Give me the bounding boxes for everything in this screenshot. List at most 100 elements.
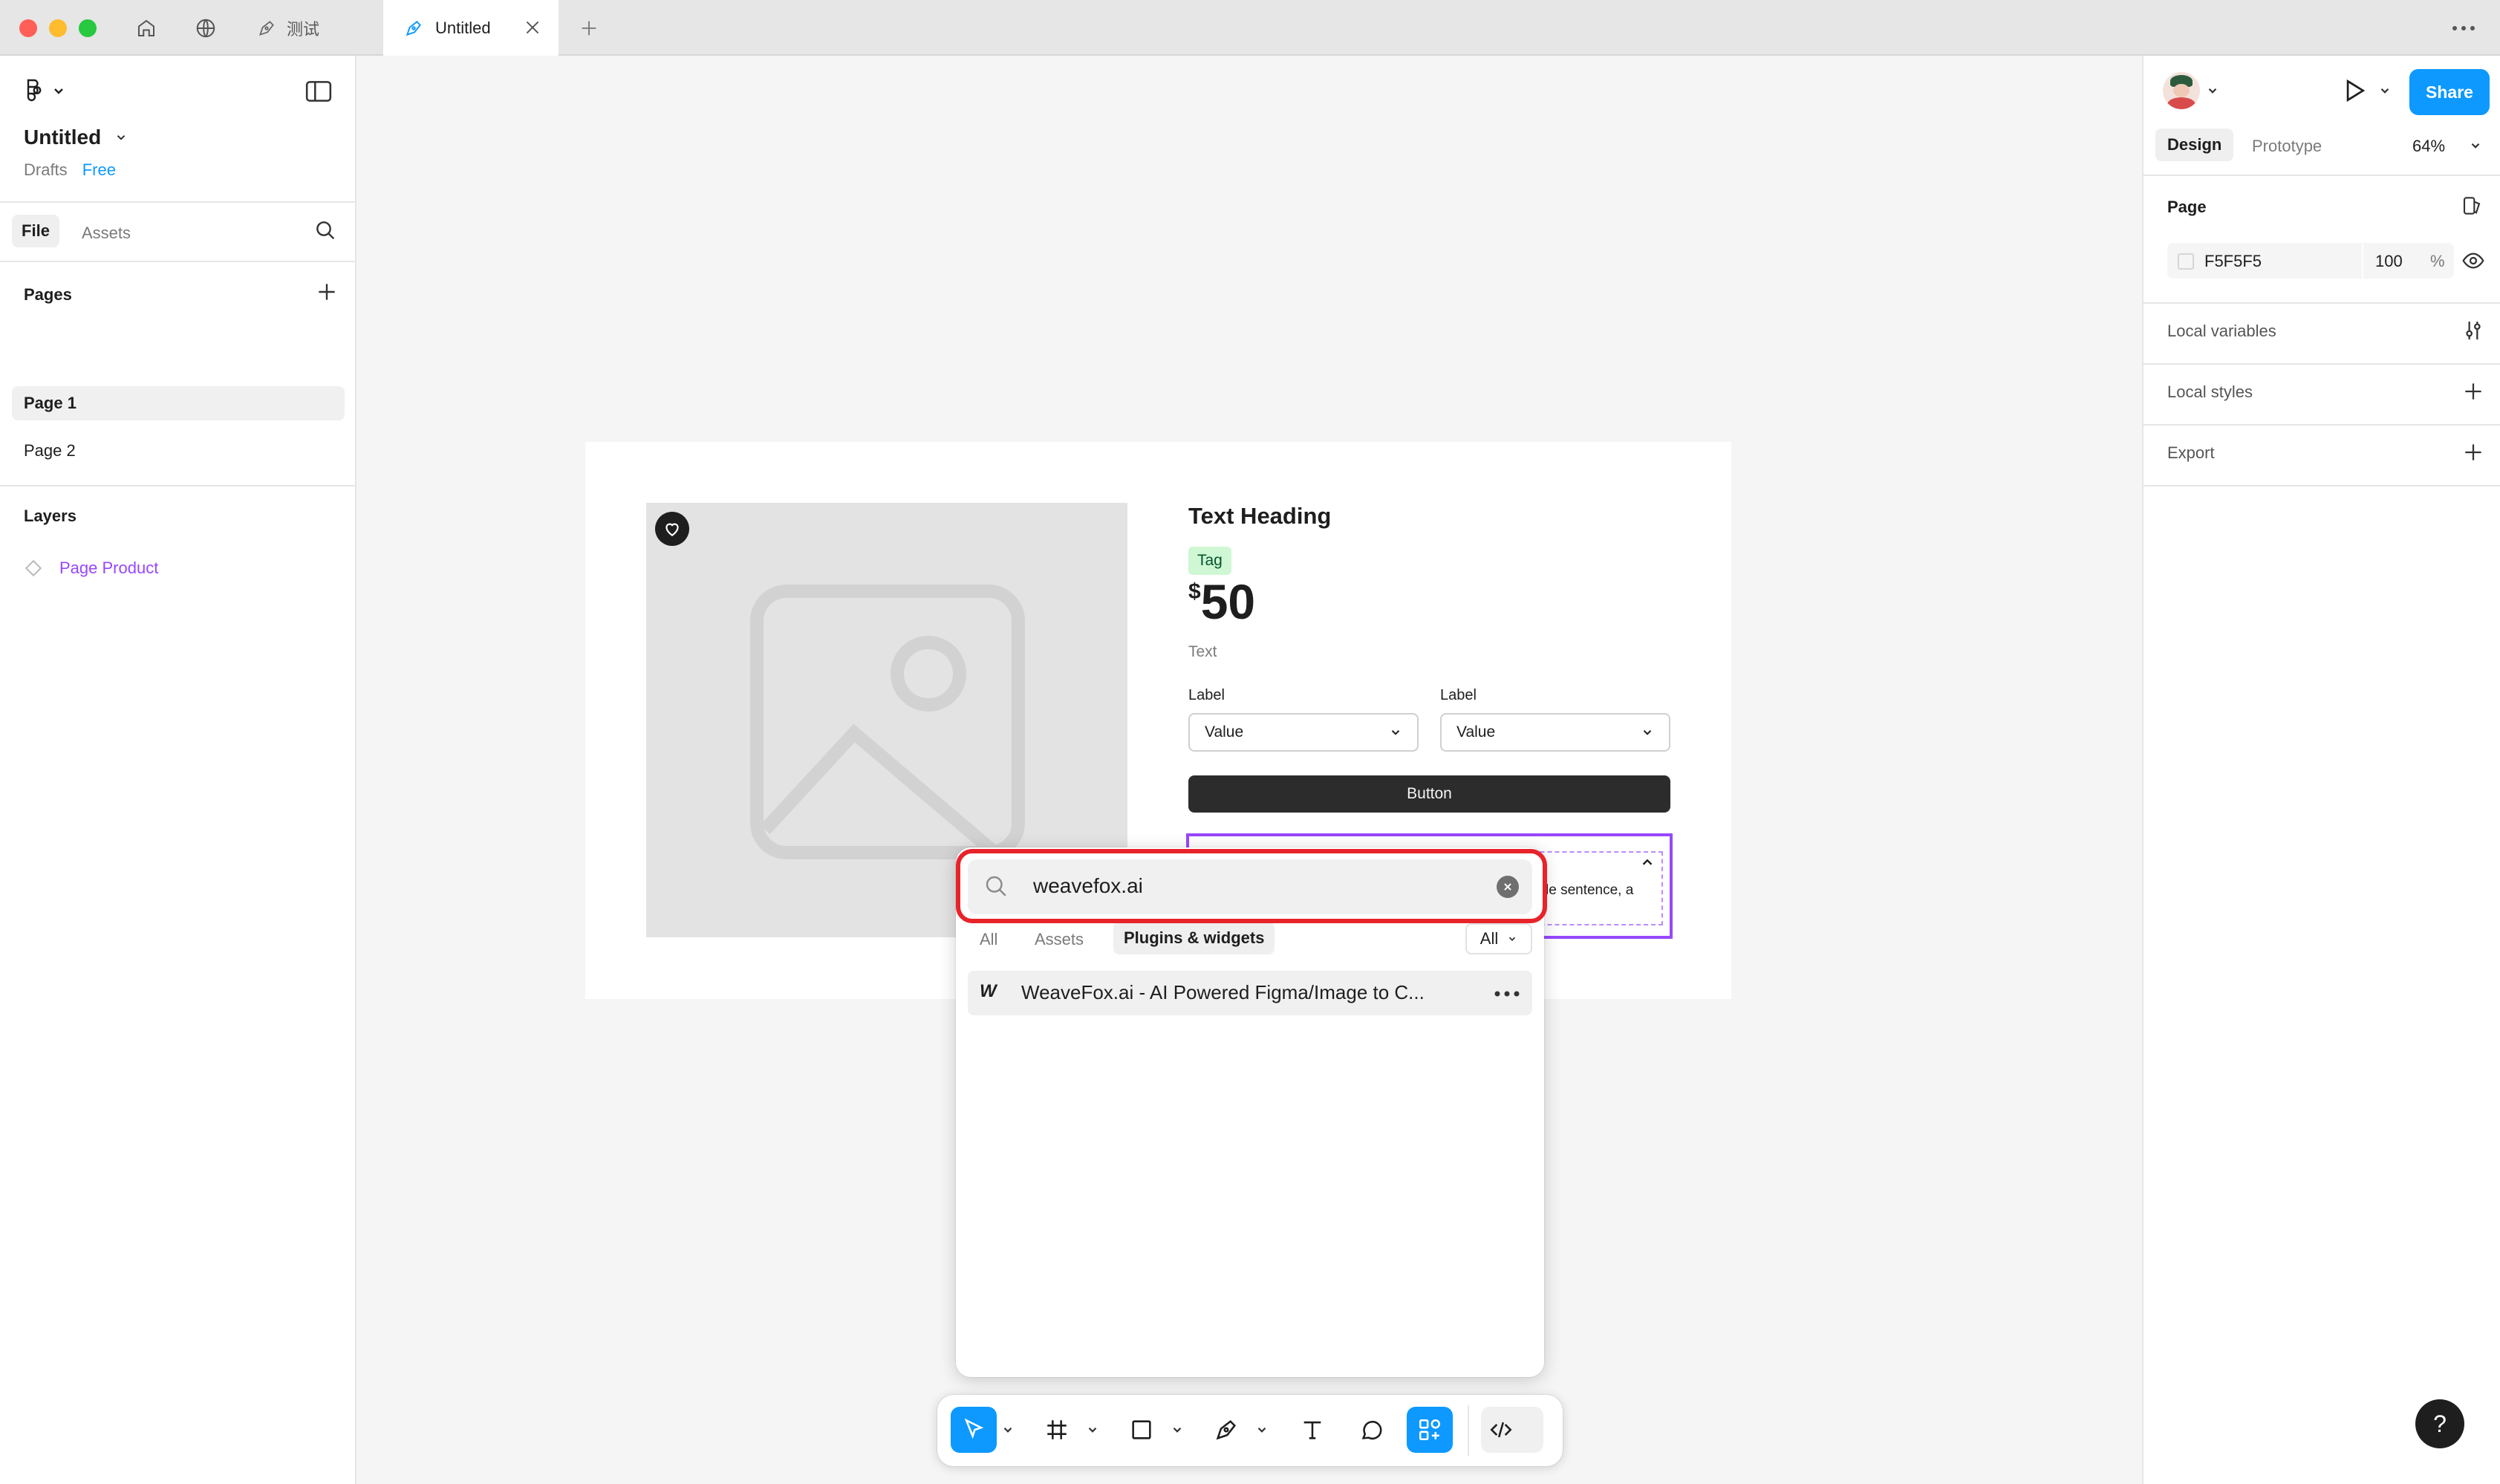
title-bar: 测试 Untitled [0, 0, 2500, 56]
page-item-2[interactable]: Page 2 [12, 434, 345, 468]
dev-mode-toggle[interactable] [1481, 1407, 1543, 1453]
select-value: Value [1456, 723, 1496, 741]
local-styles-heading: Local styles [2167, 383, 2253, 401]
text-tool-button[interactable] [1289, 1407, 1335, 1453]
layer-name: Page Product [59, 559, 159, 577]
price: $ 50 [1188, 573, 1255, 630]
left-panel: Untitled Drafts Free File Assets Pages P… [0, 56, 357, 1484]
help-button[interactable]: ? [2415, 1399, 2464, 1448]
page-styles-icon[interactable] [2461, 194, 2485, 218]
globe-icon[interactable] [192, 15, 220, 42]
comment-bubble-icon [1361, 1420, 1382, 1440]
page-opacity[interactable]: 100 [2375, 252, 2403, 271]
filter-assets[interactable]: Assets [1035, 930, 1084, 949]
variables-sliders-icon[interactable] [2461, 319, 2485, 342]
tag-badge: Tag [1188, 547, 1231, 575]
chevron-down-icon [1509, 937, 1516, 941]
rectangle-icon [1132, 1420, 1151, 1439]
tab-prototype[interactable]: Prototype [2252, 137, 2322, 156]
price-value: 50 [1200, 574, 1256, 629]
select-1[interactable]: Value [1188, 713, 1419, 752]
weavefox-plugin-icon: W [980, 981, 997, 1001]
tab-drafts[interactable]: 测试 [236, 0, 382, 56]
sidebar-toggle-icon[interactable] [305, 78, 333, 105]
filter-plugins-widgets[interactable]: Plugins & widgets [1113, 922, 1275, 954]
share-button[interactable]: Share [2409, 69, 2490, 115]
shape-tool-button[interactable] [1119, 1407, 1165, 1453]
new-tab-plus-icon[interactable] [575, 15, 603, 42]
tab-design[interactable]: Design [2155, 128, 2234, 161]
text-t-icon [1303, 1421, 1321, 1439]
cursor-icon [964, 1418, 984, 1439]
close-icon[interactable] [523, 18, 542, 37]
chevron-down-icon[interactable] [2469, 139, 2482, 152]
tab-label: Untitled [435, 18, 491, 37]
search-icon[interactable] [313, 218, 337, 242]
close-window-button[interactable] [19, 19, 37, 37]
local-variables-heading: Local variables [2167, 322, 2276, 340]
select-label-1: Label [1188, 687, 1225, 703]
color-swatch[interactable] [2178, 253, 2194, 270]
tab-untitled[interactable]: Untitled [383, 0, 559, 56]
pen-tool-icon [404, 19, 423, 38]
heart-icon [665, 523, 679, 536]
result-item[interactable]: W WeaveFox.ai - AI Powered Figma/Image t… [968, 971, 1532, 1015]
scope-value: All [1480, 929, 1499, 948]
home-icon[interactable] [132, 15, 160, 42]
toolbar-divider [1468, 1405, 1469, 1456]
pen-tool-button[interactable] [1203, 1407, 1249, 1453]
actions-button[interactable] [1407, 1407, 1453, 1453]
product-heading: Text Heading [1188, 503, 1332, 529]
page-color-hex[interactable]: F5F5F5 [2204, 252, 2262, 271]
page-item-1[interactable]: Page 1 [12, 386, 345, 420]
frame-tool-button[interactable] [1034, 1407, 1080, 1453]
file-title-text: Untitled [24, 126, 102, 149]
favorite-button[interactable] [655, 512, 689, 546]
figma-menu-button[interactable] [24, 78, 68, 105]
product-text: Text [1188, 643, 1217, 660]
play-icon [2346, 79, 2366, 102]
image-placeholder-icon [750, 585, 1025, 859]
chevron-down-icon[interactable] [2378, 84, 2392, 97]
add-page-icon[interactable] [315, 280, 339, 304]
search-highlight [956, 849, 1547, 923]
chevron-down-icon [1391, 730, 1400, 735]
chevron-up-icon[interactable] [1639, 854, 1656, 870]
accordion-text: le sentence, a [1546, 882, 1634, 898]
scope-dropdown[interactable]: All [1465, 923, 1532, 954]
right-panel: Share Design Prototype 64% Page F5F5F5 1… [2142, 56, 2500, 1484]
avatar[interactable] [2163, 72, 2200, 109]
page-color-field[interactable]: F5F5F5 100 % [2167, 243, 2454, 279]
pen-tool-icon [1216, 1419, 1237, 1440]
present-button[interactable] [2340, 77, 2368, 105]
zoom-window-button[interactable] [79, 19, 97, 37]
file-title[interactable]: Untitled [24, 126, 128, 149]
chevron-down-icon[interactable] [2206, 84, 2219, 97]
more-options-icon[interactable] [2449, 15, 2478, 42]
add-export-plus-icon[interactable] [2461, 440, 2485, 464]
tab-label: 测试 [287, 19, 320, 39]
comment-tool-button[interactable] [1349, 1407, 1395, 1453]
chevron-down-icon[interactable] [1171, 1423, 1184, 1436]
layer-item[interactable]: Page Product [24, 559, 158, 578]
eye-icon[interactable] [2461, 249, 2485, 273]
file-location: Drafts Free [24, 160, 116, 180]
chevron-down-icon[interactable] [1255, 1423, 1269, 1436]
product-button[interactable]: Button [1188, 775, 1670, 813]
pen-tool-icon [257, 19, 276, 38]
select-2[interactable]: Value [1440, 713, 1670, 752]
chevron-down-icon[interactable] [1001, 1423, 1015, 1436]
minimize-window-button[interactable] [49, 19, 67, 37]
select-label-2: Label [1440, 687, 1477, 703]
plugins-widgets-icon [1419, 1419, 1441, 1441]
pages-heading: Pages [24, 285, 72, 304]
tab-assets[interactable]: Assets [82, 224, 131, 243]
chevron-down-icon[interactable] [1086, 1423, 1099, 1436]
more-options-icon[interactable] [1494, 990, 1520, 998]
zoom-level[interactable]: 64% [2412, 137, 2445, 156]
add-style-plus-icon[interactable] [2461, 380, 2485, 403]
tab-file[interactable]: File [12, 215, 59, 247]
drafts-link[interactable]: Drafts [24, 160, 68, 180]
filter-all[interactable]: All [980, 930, 997, 949]
move-tool-button[interactable] [951, 1407, 997, 1453]
